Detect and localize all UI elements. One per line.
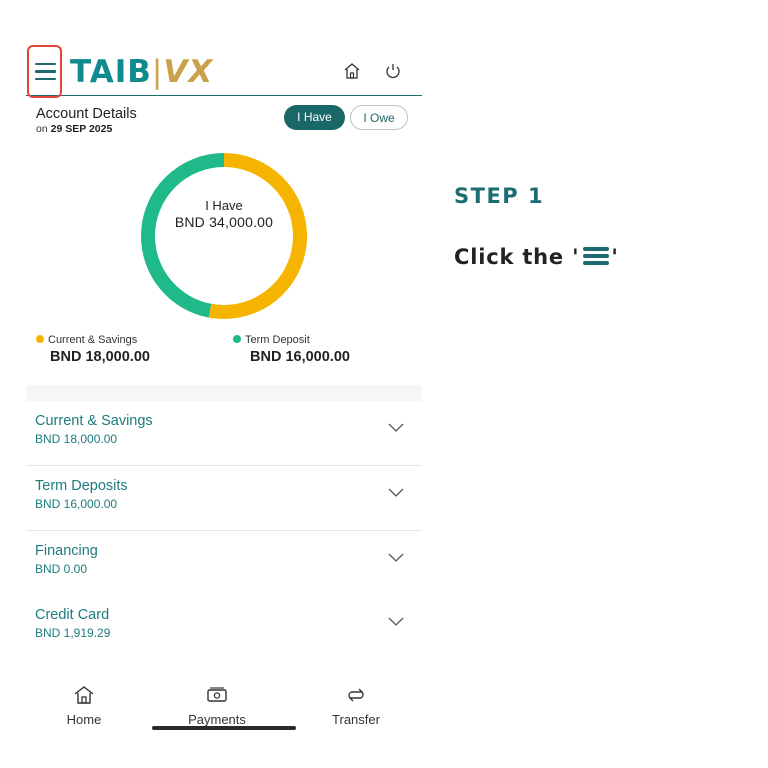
- step-instruction: Click the ' ': [454, 245, 619, 269]
- account-date: on 29 SEP 2025: [36, 123, 113, 135]
- legend-current-savings: Current & Savings: [36, 334, 137, 346]
- account-details-title: Account Details: [36, 106, 137, 122]
- app-header: TAIB|VX: [26, 40, 422, 98]
- account-name: Credit Card: [35, 607, 110, 623]
- nav-payments[interactable]: Payments: [177, 684, 257, 727]
- legend-term-deposit-amount: BND 16,000.00: [250, 349, 350, 365]
- i-have-toggle[interactable]: I Have: [284, 105, 345, 130]
- i-owe-toggle[interactable]: I Owe: [350, 105, 408, 130]
- money-icon: [207, 687, 227, 702]
- legend-term-deposit: Term Deposit: [233, 334, 310, 346]
- account-row-financing[interactable]: Financing BND 0.00: [26, 531, 422, 596]
- chevron-down-icon[interactable]: [388, 553, 404, 563]
- legend-current-savings-amount: BND 18,000.00: [50, 349, 150, 365]
- account-amount: BND 0.00: [35, 562, 88, 576]
- account-amount: BND 1,919.29: [35, 626, 111, 640]
- chevron-down-icon[interactable]: [388, 488, 404, 498]
- bottom-navigation: Home Payments Transfer: [26, 676, 422, 740]
- chevron-down-icon[interactable]: [388, 423, 404, 433]
- legend-dot: [233, 335, 241, 343]
- home-indicator-bar: [152, 726, 296, 730]
- section-divider: [26, 385, 422, 401]
- home-icon: [74, 686, 94, 704]
- account-amount: BND 18,000.00: [35, 432, 118, 446]
- account-name: Current & Savings: [35, 413, 153, 429]
- nav-transfer[interactable]: Transfer: [316, 684, 396, 727]
- account-amount: BND 16,000.00: [35, 497, 118, 511]
- holdings-donut-chart: [141, 153, 307, 319]
- brand-logo: TAIB|VX: [70, 54, 214, 90]
- account-name: Term Deposits: [35, 478, 128, 494]
- power-icon[interactable]: [384, 62, 402, 80]
- mobile-app-screen: TAIB|VX Account Details on 29 SEP 2025 I…: [26, 40, 422, 740]
- step-heading: STEP 1: [454, 184, 545, 208]
- hamburger-menu-icon: [581, 245, 610, 267]
- account-name: Financing: [35, 543, 98, 559]
- account-row-term-deposits[interactable]: Term Deposits BND 16,000.00: [26, 466, 422, 531]
- donut-center-value: BND 34,000.00: [174, 214, 274, 230]
- account-row-current-savings[interactable]: Current & Savings BND 18,000.00: [26, 401, 422, 466]
- chevron-down-icon[interactable]: [388, 617, 404, 627]
- nav-home[interactable]: Home: [44, 684, 124, 727]
- donut-center-label: I Have: [205, 198, 243, 213]
- transfer-icon: [348, 688, 364, 702]
- account-row-credit-card[interactable]: Credit Card BND 1,919.29: [26, 595, 422, 659]
- home-icon[interactable]: [343, 62, 361, 80]
- legend-dot: [36, 335, 44, 343]
- hamburger-menu-icon[interactable]: [35, 63, 56, 81]
